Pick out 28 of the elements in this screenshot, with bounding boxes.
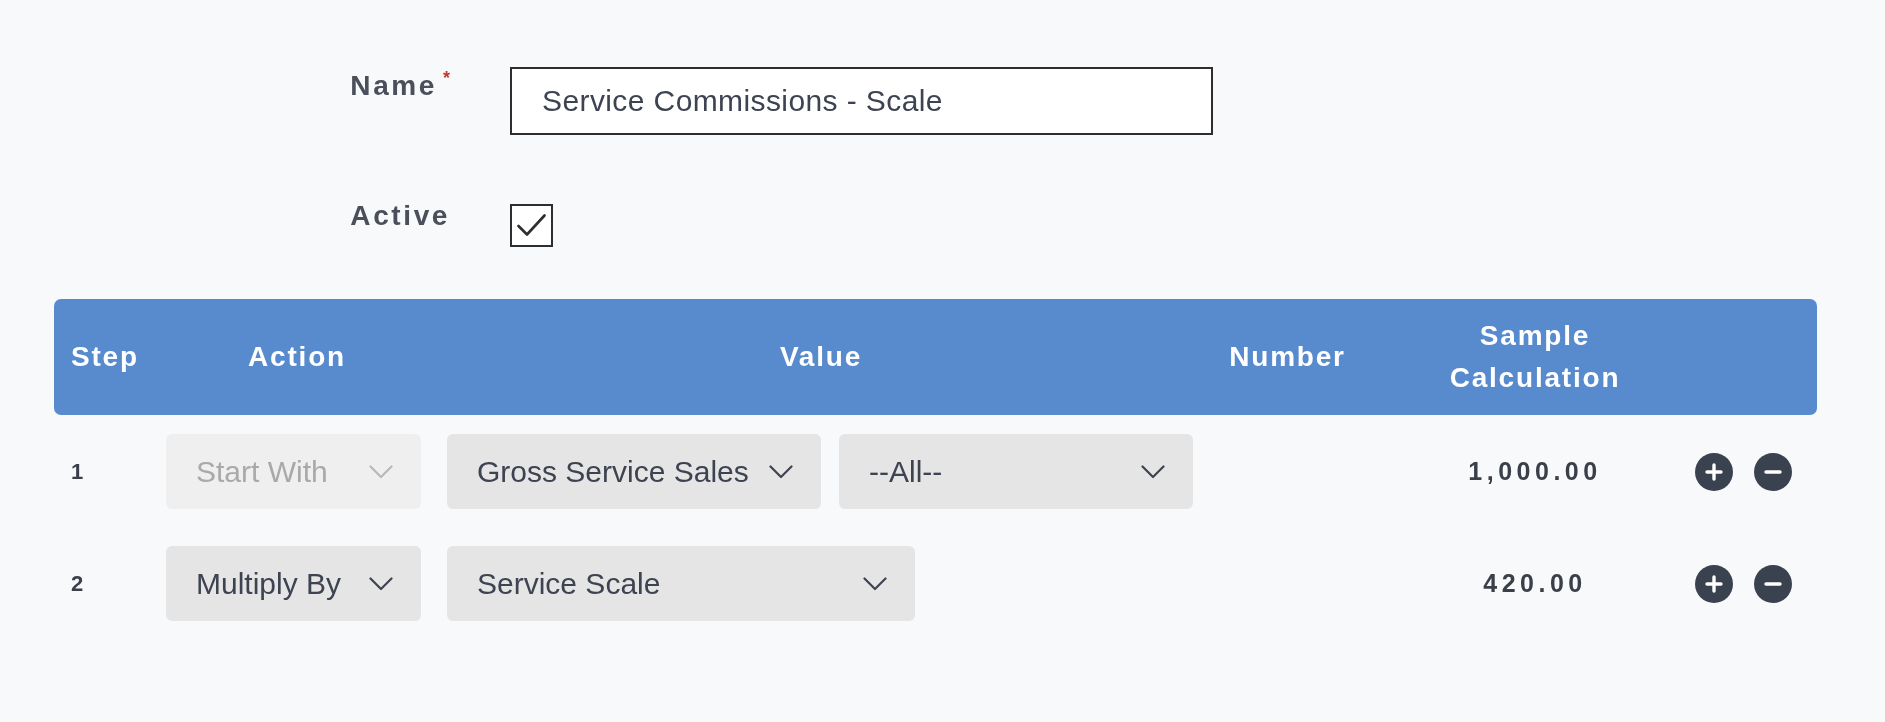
field-label: Active (350, 199, 450, 233)
dropdown[interactable]: --All-- (839, 434, 1193, 509)
column-header: Number (1229, 340, 1346, 374)
required-asterisk: * (443, 69, 450, 87)
name-input[interactable]: Service Commissions - Scale (510, 67, 1213, 135)
column-header: Value (779, 340, 863, 374)
step-number: 1 (71, 458, 84, 485)
plus-circle-icon[interactable] (1695, 452, 1733, 491)
dropdown[interactable]: Gross Service Sales (447, 434, 821, 509)
sample-calculation-value: 1,000.00 (1468, 457, 1602, 486)
chevron-down-icon (369, 576, 393, 591)
chevron-down-icon (863, 576, 887, 591)
minus-circle-icon[interactable] (1754, 564, 1792, 603)
step-number: 2 (71, 570, 84, 597)
chevron-down-icon (769, 464, 793, 479)
column-header: Sample Calculation (1448, 319, 1622, 395)
column-header: Action (248, 340, 346, 374)
chevron-down-icon (1141, 464, 1165, 479)
active-checkbox[interactable] (510, 204, 553, 247)
sample-calculation-value: 420.00 (1483, 569, 1587, 598)
field-label: Name (350, 69, 437, 103)
plus-circle-icon[interactable] (1695, 564, 1733, 603)
column-header: Step (71, 340, 139, 374)
minus-circle-icon[interactable] (1754, 452, 1792, 491)
checkmark-icon (517, 214, 546, 237)
dropdown[interactable]: Multiply By (166, 546, 421, 621)
dropdown[interactable]: Service Scale (447, 546, 915, 621)
chevron-down-icon (369, 464, 393, 479)
